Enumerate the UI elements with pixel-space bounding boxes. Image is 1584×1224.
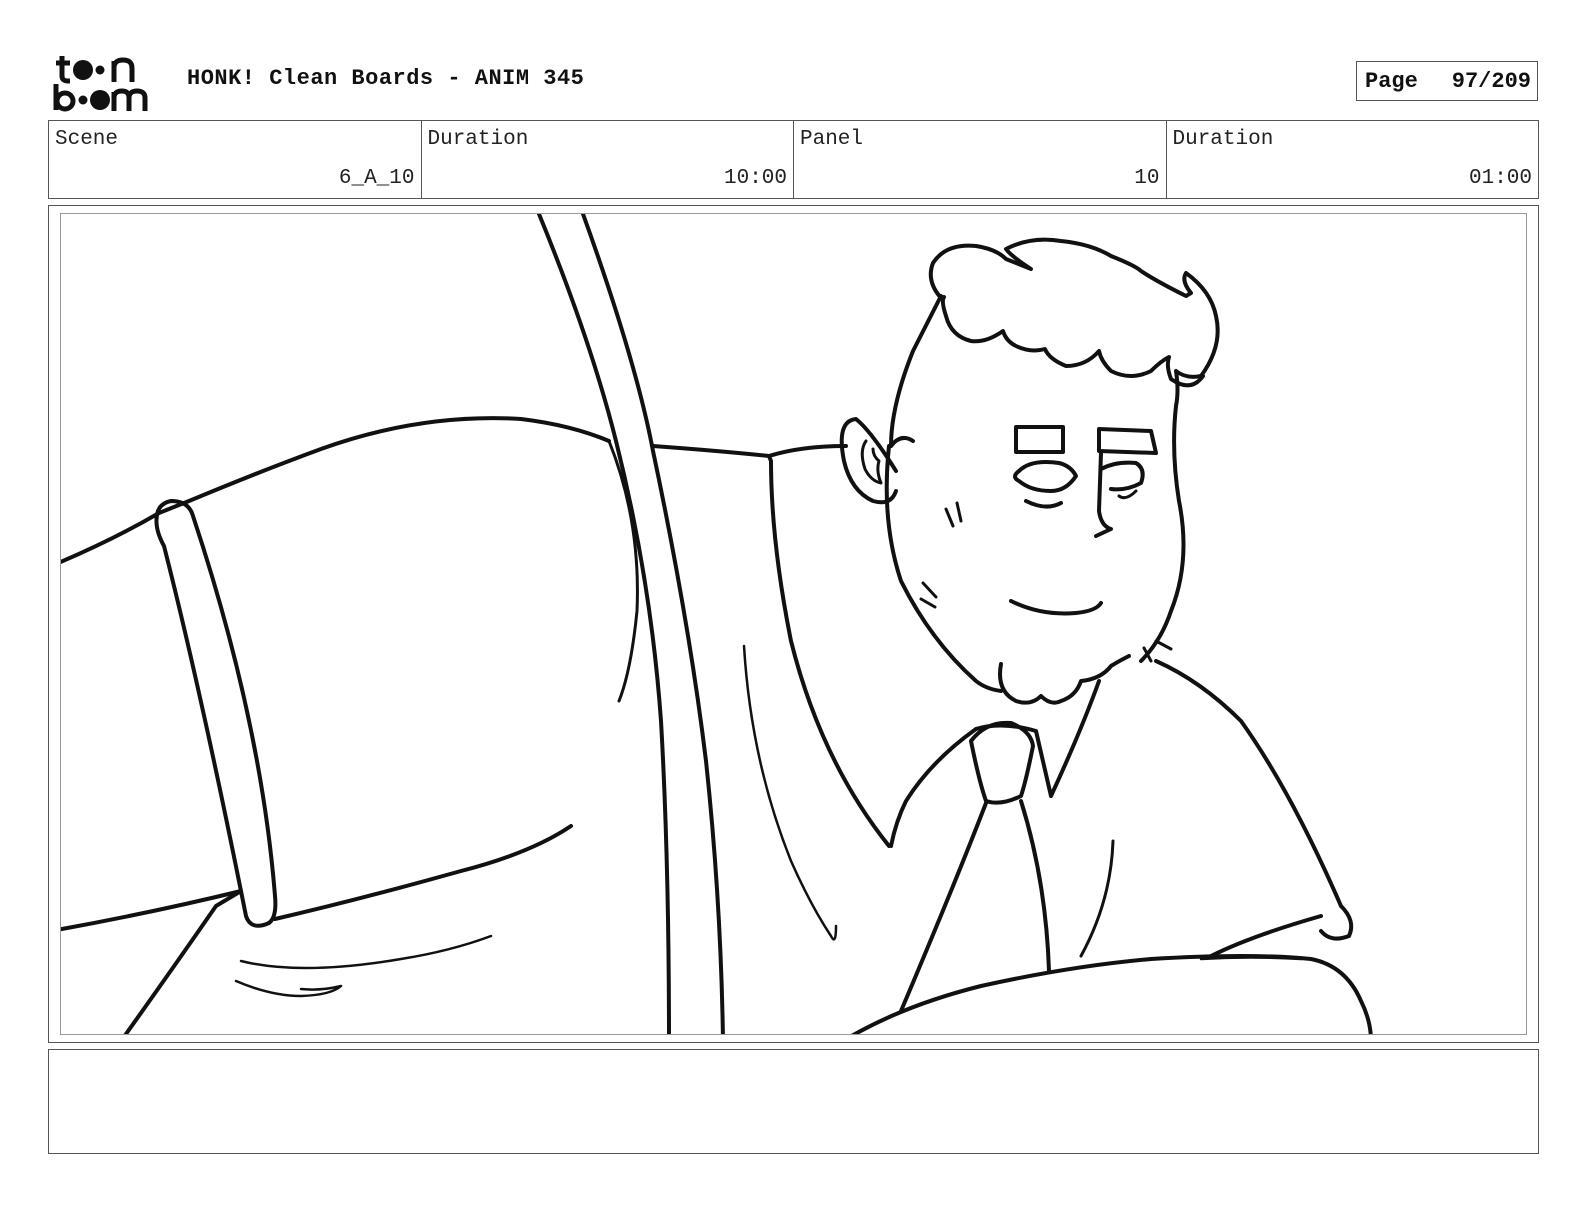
panel-value: 10 [1134,167,1160,190]
scene-duration-cell: Duration 10:00 [422,121,794,198]
scene-cell: Scene 6_A_10 [49,121,422,198]
storyboard-panel [60,213,1527,1035]
panel-duration-cell: Duration 01:00 [1167,121,1539,198]
document-title: HONK! Clean Boards - ANIM 345 [187,66,585,91]
panel-duration-label: Duration [1172,128,1274,151]
scene-value: 6_A_10 [338,167,415,190]
toon-boom-logo [52,52,164,112]
panel-cell: Panel 10 [794,121,1167,198]
panel-label: Panel [800,128,864,151]
panel-duration-value: 01:00 [1468,167,1532,190]
scene-label: Scene [55,128,119,151]
storyboard-drawing [61,214,1373,1034]
page-label: Page [1365,68,1418,94]
scene-duration-value: 10:00 [723,167,787,190]
page-number: 97/209 [1451,68,1531,94]
page-indicator: Page 97/209 [1356,61,1538,101]
scene-info-row: Scene 6_A_10 Duration 10:00 Panel 10 Dur… [48,120,1539,199]
panel-notes-box [48,1049,1539,1154]
scene-duration-label: Duration [427,128,529,151]
